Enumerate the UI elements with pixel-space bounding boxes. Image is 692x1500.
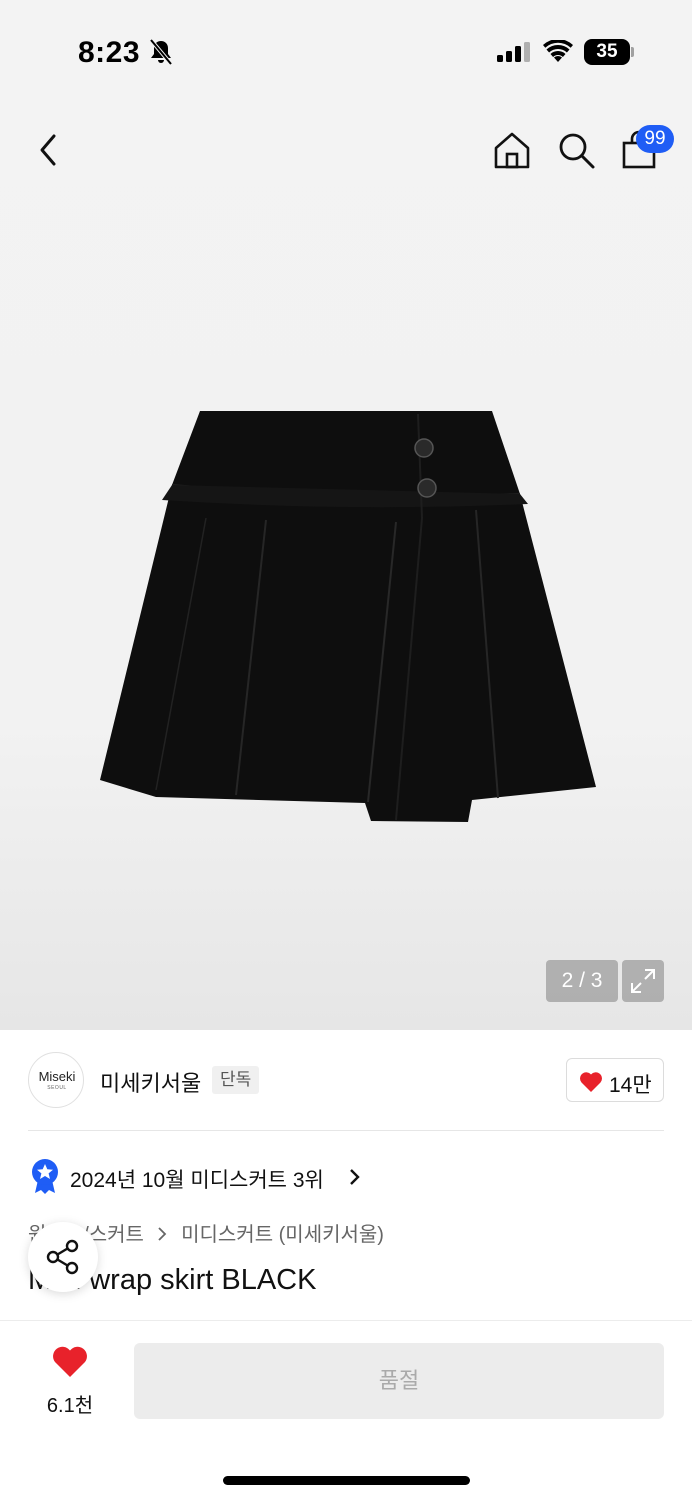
heart-icon [580, 1072, 602, 1092]
brand-logo-text: Miseki [38, 1069, 76, 1084]
wishlist-button[interactable]: 6.1천 [36, 1345, 104, 1417]
ranking-link[interactable]: 2024년 10월 미디스커트 3위 [30, 1158, 670, 1194]
divider [28, 1130, 664, 1131]
cellular-signal-icon [497, 42, 530, 62]
expand-icon [631, 969, 655, 993]
ranking-text: 2024년 10월 미디스커트 3위 [70, 1169, 324, 1192]
chevron-right-icon [157, 1227, 166, 1241]
sold-out-button[interactable]: 품절 [134, 1343, 664, 1419]
image-pager-indicator: 2 / 3 [546, 960, 618, 1002]
home-indicator [223, 1476, 470, 1485]
brand-like-count: 14만 [609, 1074, 652, 1097]
chevron-right-icon [350, 1169, 360, 1185]
brand-logo[interactable]: Miseki SEOUL [28, 1052, 84, 1108]
silent-bell-icon [149, 38, 173, 66]
back-arrow-icon[interactable] [34, 130, 64, 170]
brand-logo-subtext: SEOUL [47, 1085, 67, 1091]
brand-name-link[interactable]: 미세키서울 [100, 1066, 201, 1098]
product-image-gallery[interactable]: 8:23 35 99 2 / 3 [0, 0, 692, 1030]
brand-like-button[interactable]: 14만 [566, 1058, 664, 1102]
wifi-icon [543, 40, 573, 62]
wishlist-count: 6.1천 [46, 1395, 94, 1417]
battery-indicator: 35 [584, 39, 634, 65]
status-bar: 8:23 35 [0, 0, 692, 100]
battery-level: 35 [596, 41, 618, 62]
ranking-badge-icon [32, 1159, 58, 1194]
top-nav: 99 [0, 120, 692, 180]
cart-count-badge: 99 [636, 125, 674, 153]
breadcrumb-subcategory[interactable]: 미디스커트 (미세키서울) [181, 1224, 384, 1246]
expand-image-button[interactable] [622, 960, 664, 1002]
brand-row: Miseki SEOUL 미세키서울 단독 14만 [28, 1052, 664, 1110]
status-time: 8:23 [78, 36, 141, 69]
heart-icon [53, 1346, 87, 1377]
exclusive-tag: 단독 [212, 1066, 260, 1094]
share-button[interactable] [28, 1222, 98, 1292]
skirt-product-image[interactable] [96, 400, 598, 828]
search-icon[interactable] [556, 130, 596, 170]
home-icon[interactable] [492, 130, 532, 170]
share-icon [46, 1239, 79, 1275]
bottom-action-bar: 6.1천 품절 [0, 1320, 692, 1500]
